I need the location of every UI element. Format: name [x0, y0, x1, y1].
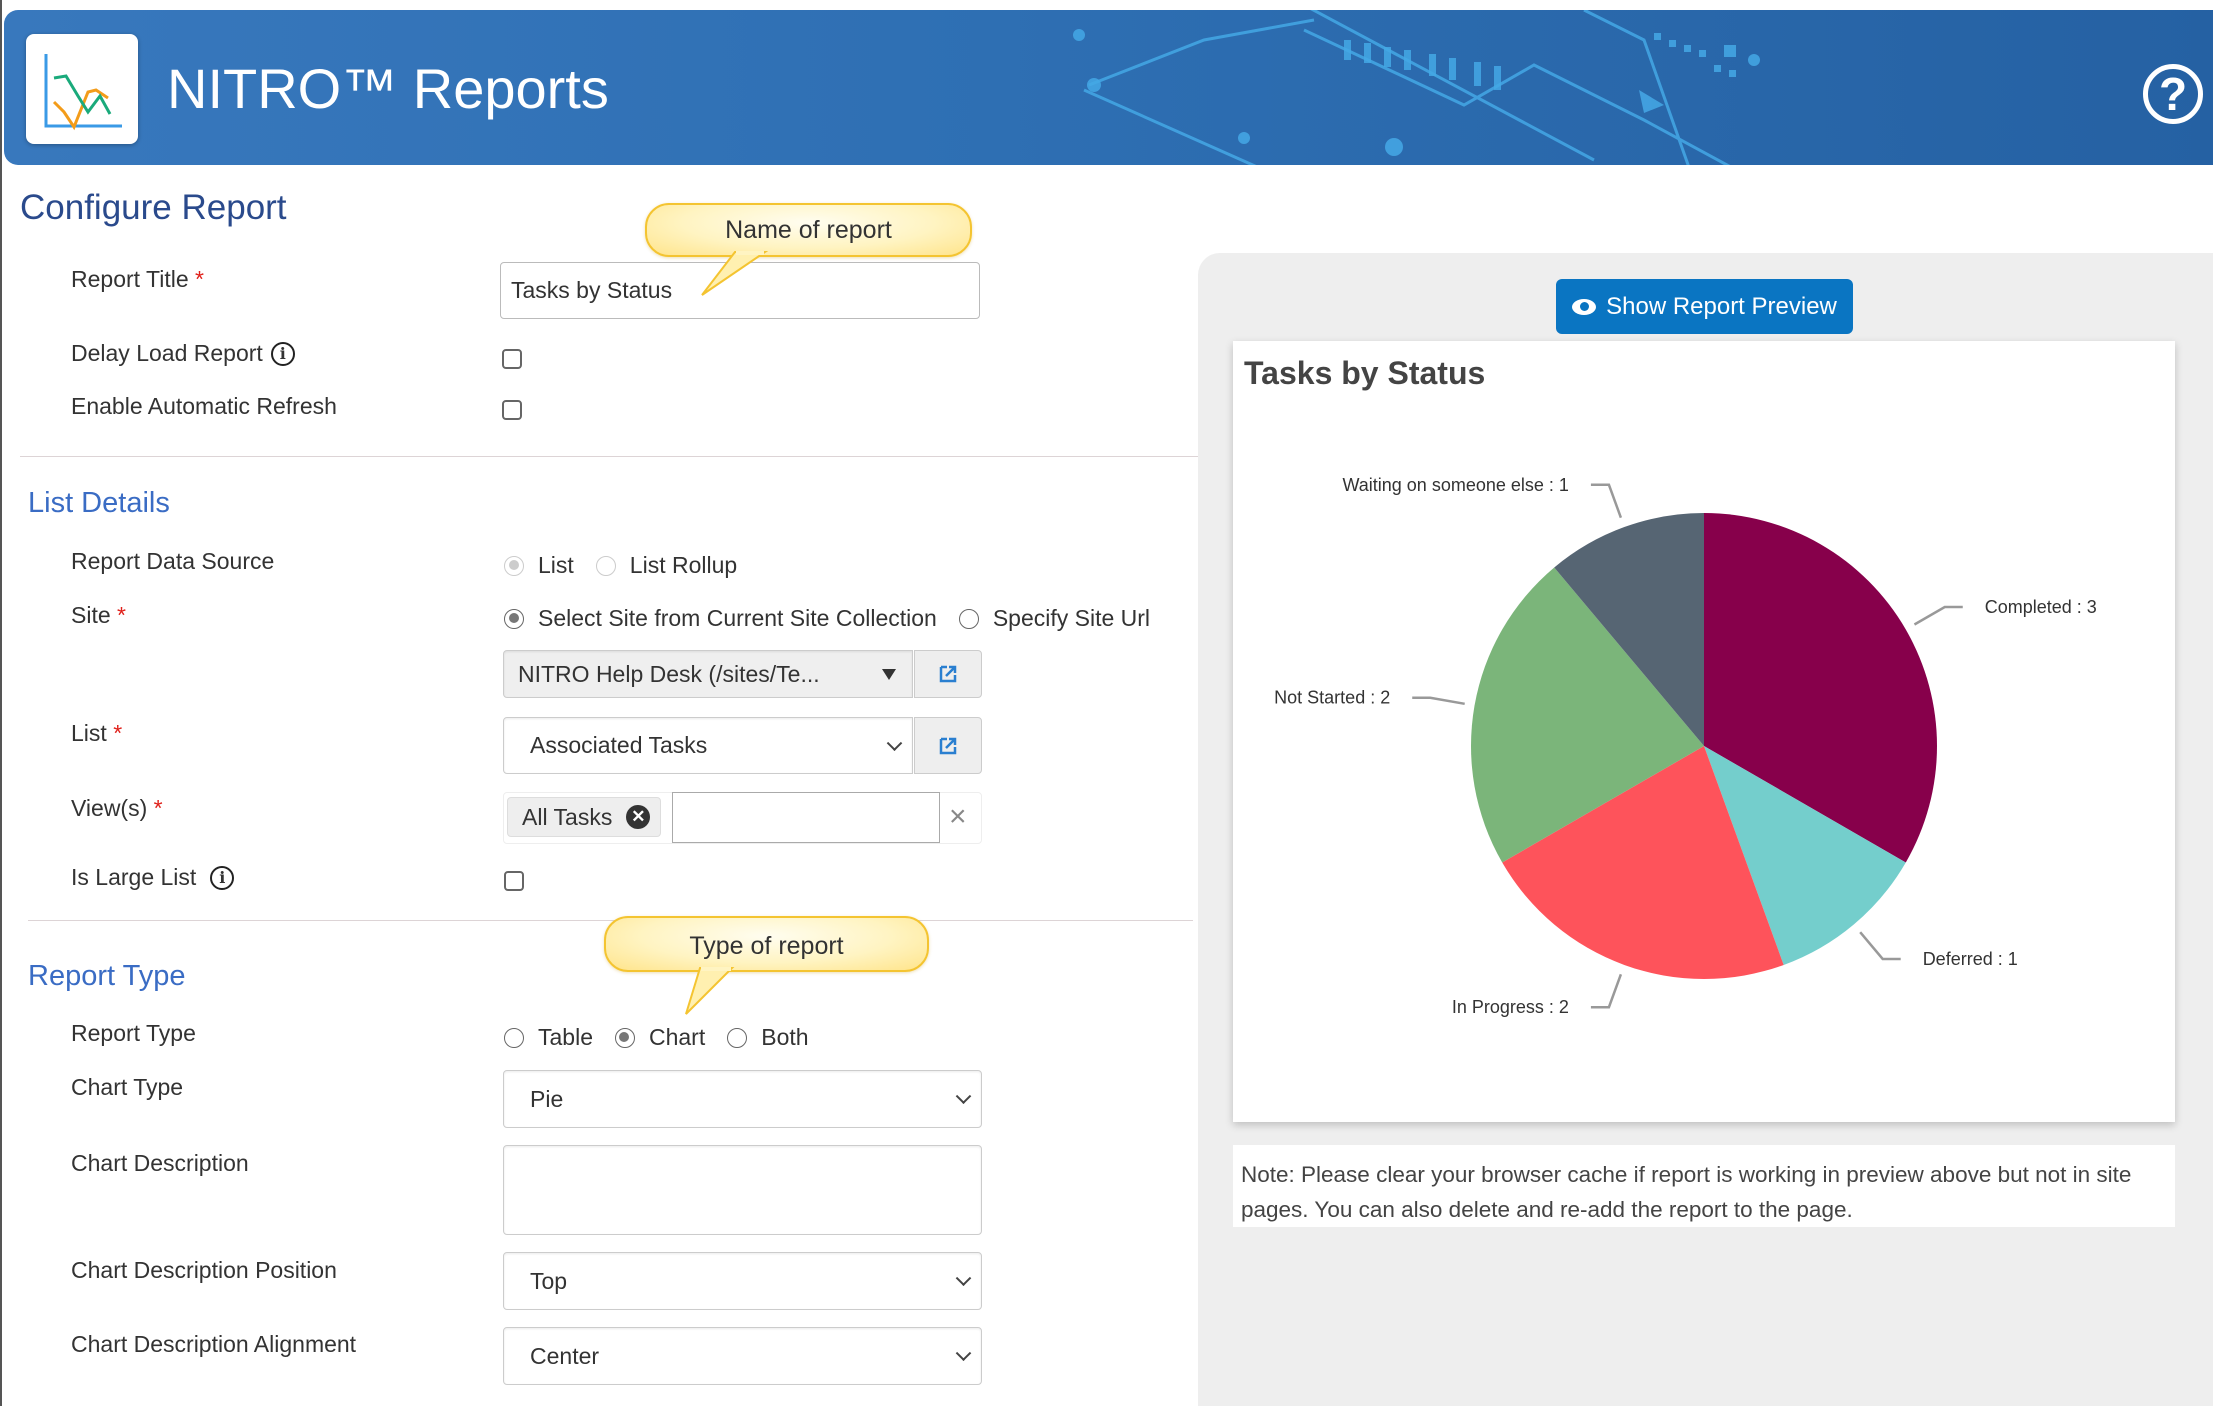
required-marker: * [195, 266, 204, 292]
chevron-down-icon [955, 1270, 972, 1287]
callout-tail [701, 251, 769, 296]
open-site-button[interactable] [914, 650, 982, 698]
is-large-list-label: Is Large List i [71, 864, 235, 891]
page-title: Configure Report [20, 188, 287, 227]
radio-button[interactable] [504, 555, 524, 576]
section-divider [28, 920, 1193, 921]
data-label: Deferred : 1 [1923, 949, 2018, 969]
chart-type-label: Chart Type [71, 1074, 184, 1100]
data-source-label: Report Data Source [71, 548, 275, 574]
chart-type-dropdown[interactable]: Pie [503, 1070, 982, 1128]
view-tag: All Tasks ✕ [507, 797, 662, 837]
required-marker: * [153, 795, 163, 821]
site-dropdown[interactable]: NITRO Help Desk (/sites/Te... [503, 650, 913, 698]
report-type-option-table[interactable]: Table [504, 1024, 593, 1051]
report-preview-card: Completed : 3 Deferred : 1 In Progress : 2… [1233, 341, 2175, 1122]
callout-name-of-report: Name of report [645, 203, 972, 257]
data-label: Not Started : 2 [1274, 688, 1390, 708]
callout-type-of-report: Type of report [604, 916, 929, 972]
radio-button[interactable] [595, 555, 616, 576]
auto-refresh-checkbox[interactable] [502, 400, 522, 420]
chart-title: Tasks by Status [1244, 355, 1486, 391]
pie-chart: Completed : 3 Deferred : 1 In Progress : 2… [1274, 475, 2097, 1017]
clear-views-icon[interactable]: × [949, 800, 967, 834]
open-list-button[interactable] [914, 717, 982, 774]
delay-load-label: Delay Load Report i [71, 340, 295, 367]
site-option-specify-url[interactable]: Specify Site Url [958, 605, 1150, 632]
leader-line [1412, 696, 1465, 706]
chart-description-alignment-label: Chart Description Alignment [71, 1331, 357, 1357]
chevron-down-icon [955, 1345, 972, 1362]
report-type-heading: Report Type [28, 960, 186, 992]
required-marker: * [117, 602, 126, 628]
auto-refresh-label: Enable Automatic Refresh [71, 393, 337, 419]
radio-button[interactable] [504, 608, 524, 629]
leader-line [1913, 605, 1963, 626]
site-label: Site * [71, 602, 126, 628]
data-label: Waiting on someone else : 1 [1342, 475, 1568, 495]
app-logo [26, 34, 138, 144]
report-type-option-both[interactable]: Both [727, 1024, 809, 1051]
remove-tag-icon[interactable]: ✕ [626, 805, 651, 829]
radio-button[interactable] [614, 1027, 635, 1048]
list-dropdown-value: Associated Tasks [530, 732, 708, 758]
report-type-label: Report Type [71, 1020, 196, 1046]
leader-line [1590, 973, 1623, 1009]
chevron-down-icon [886, 734, 903, 751]
section-divider [20, 456, 1198, 457]
data-source-option-list[interactable]: List [504, 552, 574, 579]
report-type-option-chart[interactable]: Chart [614, 1024, 705, 1051]
info-icon: i [270, 342, 295, 366]
site-dropdown-value: NITRO Help Desk (/sites/Te... [518, 660, 820, 687]
list-dropdown[interactable]: Associated Tasks [503, 717, 913, 774]
data-source-option-list-rollup[interactable]: List Rollup [595, 552, 737, 579]
eye-icon [1572, 298, 1597, 315]
external-link-icon [939, 737, 957, 754]
list-label: List * [71, 720, 123, 746]
chart-description-position-label: Chart Description Position [71, 1257, 337, 1283]
cache-note: Note: Please clear your browser cache if… [1233, 1145, 2175, 1227]
app-header: NITRO™ Reports ? [4, 10, 2213, 165]
external-link-icon [939, 665, 957, 683]
show-report-preview-button[interactable]: Show Report Preview [1556, 279, 1853, 334]
caret-down-icon [882, 669, 896, 680]
callout-tail [685, 967, 735, 1015]
chevron-down-icon [955, 1088, 972, 1105]
chart-description-position-dropdown[interactable]: Top [503, 1252, 982, 1310]
delay-load-checkbox[interactable] [502, 349, 522, 369]
radio-button[interactable] [958, 608, 979, 629]
info-icon: i [210, 866, 235, 890]
site-radio-group: Select Site from Current Site Collection… [504, 605, 1172, 632]
data-label: In Progress : 2 [1452, 997, 1569, 1017]
line-chart-icon [44, 54, 122, 131]
report-title-label: Report Title * [71, 266, 204, 292]
is-large-list-checkbox[interactable] [504, 871, 524, 891]
site-option-current-collection[interactable]: Select Site from Current Site Collection [504, 605, 937, 632]
data-label: Completed : 3 [1985, 597, 2097, 617]
leader-line [1859, 931, 1901, 961]
required-marker: * [113, 720, 123, 746]
views-label: View(s) * [71, 795, 163, 821]
radio-button[interactable] [504, 1027, 524, 1048]
views-search-input[interactable] [672, 792, 940, 843]
app-title: NITRO™ Reports [167, 57, 609, 120]
chart-description-label: Chart Description [71, 1150, 249, 1176]
report-type-radio-group: Table Chart Both [504, 1024, 831, 1051]
leader-line [1590, 483, 1623, 519]
list-details-heading: List Details [28, 487, 170, 519]
radio-button[interactable] [727, 1027, 748, 1048]
data-source-radio-group: List List Rollup [504, 552, 759, 579]
question-circle-icon[interactable]: ? [2143, 64, 2203, 124]
chart-description-alignment-dropdown[interactable]: Center [503, 1327, 982, 1385]
chart-description-textarea[interactable] [503, 1145, 982, 1235]
